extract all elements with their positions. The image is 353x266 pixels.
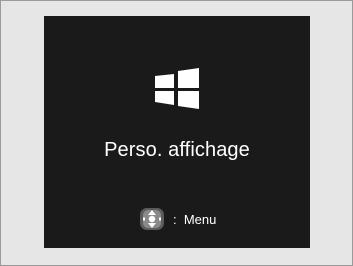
display-screens-icon <box>155 68 199 109</box>
manual-figure-frame: Perso. affichage : Menu <box>0 0 353 266</box>
screen-title: Perso. affichage <box>104 139 250 161</box>
selector-knob-icon[interactable] <box>139 207 165 231</box>
menu-hint-label: : Menu <box>173 211 217 227</box>
info-display-screen: Perso. affichage : Menu <box>44 16 310 248</box>
menu-hint: : Menu <box>139 207 216 231</box>
